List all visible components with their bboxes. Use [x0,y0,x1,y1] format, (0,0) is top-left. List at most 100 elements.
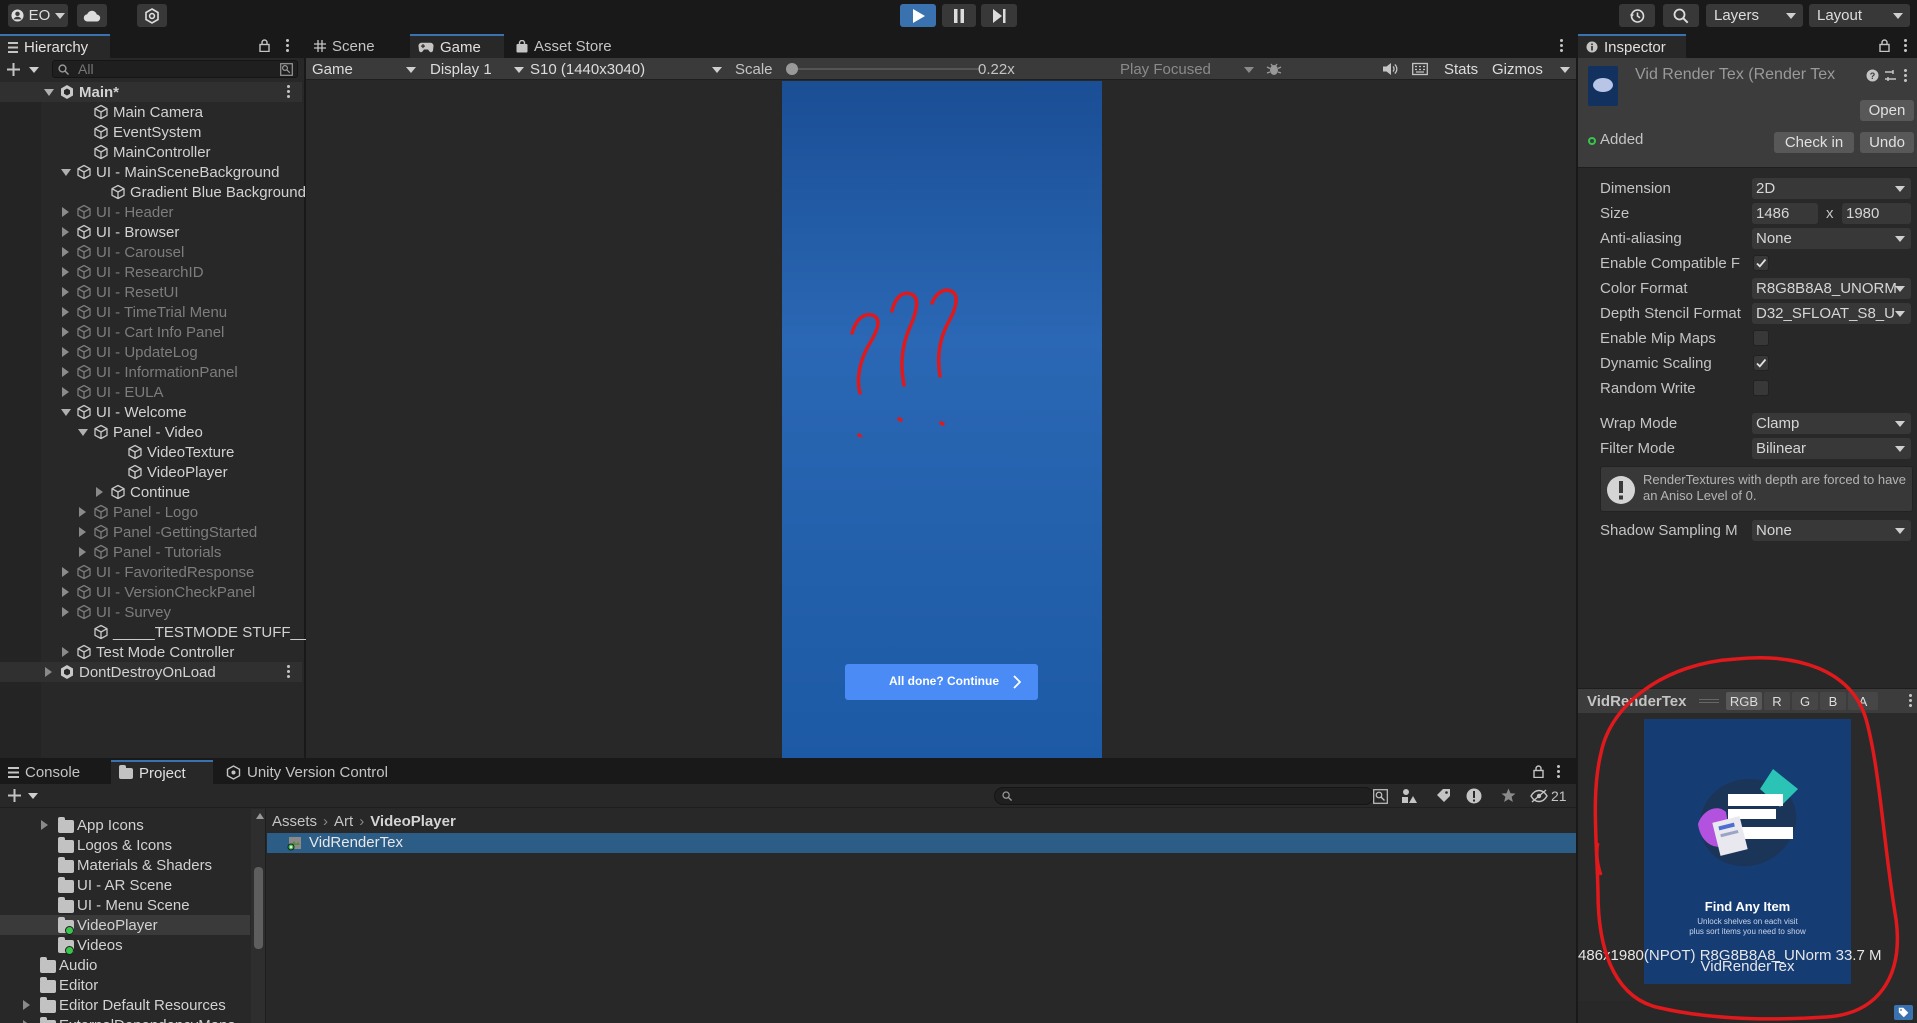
cloud-button[interactable] [77,4,107,27]
hierarchy-row[interactable]: UI - InformationPanel [0,362,302,382]
collab-button[interactable] [137,4,167,27]
hierarchy-row[interactable]: Gradient Blue Background [0,182,306,202]
expand-right-icon[interactable] [62,267,69,277]
hierarchy-row[interactable]: Panel -GettingStarted [0,522,302,542]
folder-item[interactable]: Editor [0,975,250,995]
expand-right-icon[interactable] [62,307,69,317]
size-height-input[interactable]: 1980 [1842,203,1911,224]
preset-icon[interactable] [1884,69,1897,82]
hierarchy-search-input[interactable]: All [52,60,298,78]
layers-dropdown[interactable]: Layers [1706,4,1803,27]
hierarchy-row[interactable]: UI - FavoritedResponse [0,562,302,582]
wrap-mode-dropdown[interactable]: Clamp [1752,413,1911,434]
play-focused-dropdown[interactable]: Play Focused [1120,58,1254,81]
expand-right-icon[interactable] [62,207,69,217]
expand-down-icon[interactable] [44,88,54,96]
undo-button[interactable]: Undo [1860,132,1914,153]
tab-inspector[interactable]: Inspector [1578,34,1686,58]
star-icon[interactable] [1501,788,1516,803]
hierarchy-row[interactable]: EventSystem [0,122,302,142]
hierarchy-menu-icon[interactable] [286,39,289,54]
expand-right-icon[interactable] [62,327,69,337]
tab-project[interactable]: Project [111,760,213,784]
expand-right-icon[interactable] [23,1000,30,1010]
lock-icon[interactable] [259,39,270,52]
expand-down-icon[interactable] [78,428,88,436]
dimension-dropdown[interactable]: 2D [1752,178,1911,199]
expand-right-icon[interactable] [62,247,69,257]
add-icon[interactable] [7,63,20,76]
stats-button[interactable]: Stats [1444,61,1478,78]
hierarchy-row[interactable]: Panel - Tutorials [0,542,302,562]
component-menu-icon[interactable] [1904,69,1907,84]
tab-asset-store[interactable]: Asset Store [508,34,628,58]
project-search-input[interactable] [994,787,1374,805]
search-options-icon[interactable] [280,63,293,76]
filter-mode-dropdown[interactable]: Bilinear [1752,438,1911,459]
hierarchy-row[interactable]: Panel - Logo [0,502,302,522]
asset-row-selected[interactable]: VidRenderTex [267,833,1576,853]
project-menu-icon[interactable] [1557,765,1560,780]
expand-right-icon[interactable] [79,507,86,517]
check-in-button[interactable]: Check in [1774,132,1854,153]
scrollbar-thumb[interactable] [254,867,263,949]
compatible-format-checkbox[interactable] [1753,255,1769,271]
hierarchy-row[interactable]: Main Camera [0,102,302,122]
expand-down-icon[interactable] [61,408,71,416]
size-width-input[interactable]: 1486 [1752,203,1818,224]
expand-right-icon[interactable] [45,667,52,677]
folder-item[interactable]: Audio [0,955,250,975]
hierarchy-row[interactable]: UI - Carousel [0,242,302,262]
hierarchy-row[interactable]: UI - Welcome [0,402,302,422]
pause-button[interactable] [942,4,976,27]
keyboard-icon[interactable] [1412,62,1428,76]
depth-stencil-dropdown[interactable]: D32_SFLOAT_S8_U [1752,303,1911,324]
hierarchy-row[interactable]: UI - Browser [0,222,302,242]
add-icon[interactable] [8,789,21,802]
hierarchy-row[interactable]: UI - Cart Info Panel [0,322,302,342]
tab-scene[interactable]: Scene [306,34,406,58]
hierarchy-row[interactable]: UI - EULA [0,382,302,402]
tab-game[interactable]: Game [410,34,504,58]
expand-right-icon[interactable] [62,587,69,597]
scene-menu-icon[interactable] [287,665,290,680]
search-button[interactable] [1663,4,1699,27]
game-viewport[interactable]: All done? Continue [306,81,1576,758]
breadcrumb-assets[interactable]: Assets [272,813,317,830]
hierarchy-row[interactable]: UI - TimeTrial Menu [0,302,302,322]
expand-right-icon[interactable] [62,387,69,397]
hierarchy-row[interactable]: VideoTexture [0,442,302,462]
expand-right-icon[interactable] [62,647,69,657]
hierarchy-row[interactable]: VideoPlayer [0,462,302,482]
hierarchy-row[interactable]: UI - MainSceneBackground [0,162,302,182]
scale-slider-handle[interactable] [786,63,798,75]
folder-item[interactable]: VideoPlayer [0,915,250,935]
hierarchy-row[interactable]: Continue [0,482,302,502]
hierarchy-row[interactable]: UI - UpdateLog [0,342,302,362]
open-button[interactable]: Open [1860,100,1914,121]
hierarchy-row[interactable]: UI - ResetUI [0,282,302,302]
gizmos-chevron-icon[interactable] [1560,67,1570,73]
hidden-eye-icon[interactable] [1530,789,1548,803]
inspector-menu-icon[interactable] [1904,39,1907,54]
layout-dropdown[interactable]: Layout [1809,4,1910,27]
bug-icon[interactable] [1266,61,1282,77]
expand-right-icon[interactable] [79,547,86,557]
breadcrumb-art[interactable]: Art [334,813,353,830]
help-icon[interactable]: ? [1866,69,1879,82]
tree-scrollbar[interactable] [251,809,265,1023]
error-filter-icon[interactable] [1466,788,1482,804]
account-dropdown[interactable]: EO [8,4,68,27]
tag-filter-icon[interactable] [1436,788,1451,803]
continue-button[interactable]: All done? Continue [845,664,1038,700]
hierarchy-row[interactable]: UI - ResearchID [0,262,302,282]
expand-down-icon[interactable] [61,168,71,176]
dynamic-scaling-checkbox[interactable] [1753,355,1769,371]
expand-right-icon[interactable] [62,227,69,237]
color-format-dropdown[interactable]: R8G8B8A8_UNORM [1752,278,1911,299]
expand-right-icon[interactable] [79,527,86,537]
hierarchy-row[interactable]: UI - Survey [0,602,302,622]
expand-right-icon[interactable] [62,347,69,357]
expand-right-icon[interactable] [96,487,103,497]
expand-right-icon[interactable] [62,567,69,577]
